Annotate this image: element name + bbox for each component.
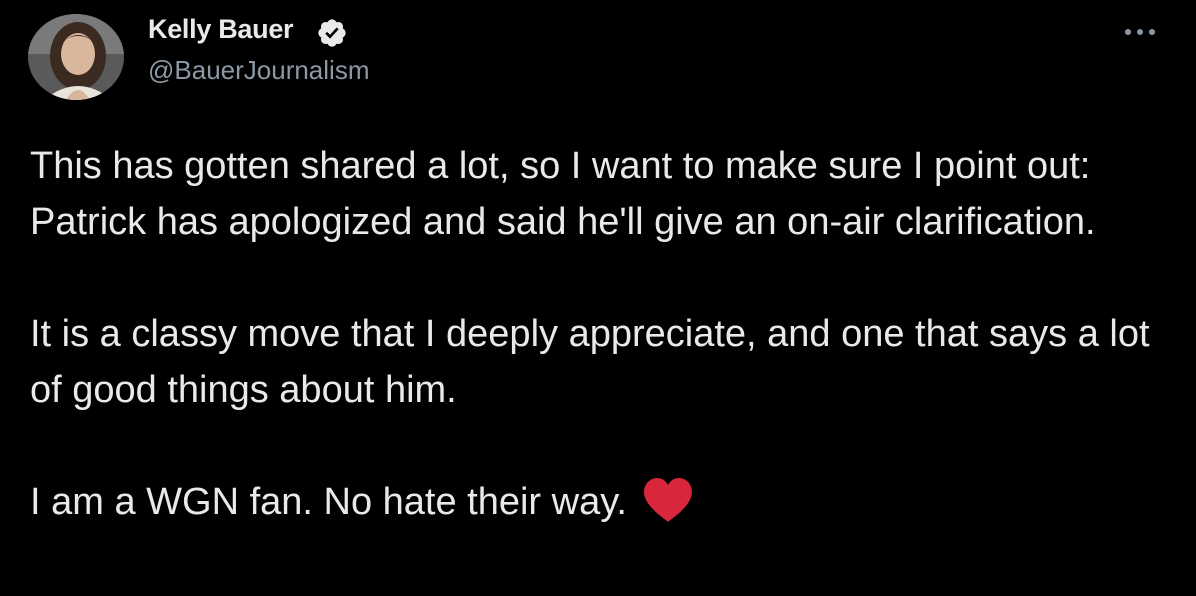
- verified-badge-icon: [318, 19, 346, 47]
- author-handle[interactable]: @BauerJournalism: [148, 55, 369, 86]
- tweet-card: Kelly Bauer @BauerJournalism This has go…: [0, 0, 1196, 596]
- tweet-paragraph: It is a classy move that I deeply apprec…: [30, 313, 1150, 411]
- author-name[interactable]: Kelly Bauer: [148, 14, 294, 45]
- author-avatar[interactable]: [28, 14, 124, 100]
- red-heart-icon: [643, 478, 692, 522]
- tweet-paragraph: This has gotten shared a lot, so I want …: [30, 145, 1096, 243]
- tweet-text: This has gotten shared a lot, so I want …: [30, 138, 1180, 530]
- more-horizontal-icon: [1125, 29, 1155, 35]
- tweet-paragraph-text: I am a WGN fan. No hate their way.: [30, 481, 627, 523]
- avatar-photo: [28, 14, 124, 100]
- more-options-button[interactable]: [1118, 20, 1162, 44]
- tweet-paragraph-last: I am a WGN fan. No hate their way.: [30, 474, 1180, 530]
